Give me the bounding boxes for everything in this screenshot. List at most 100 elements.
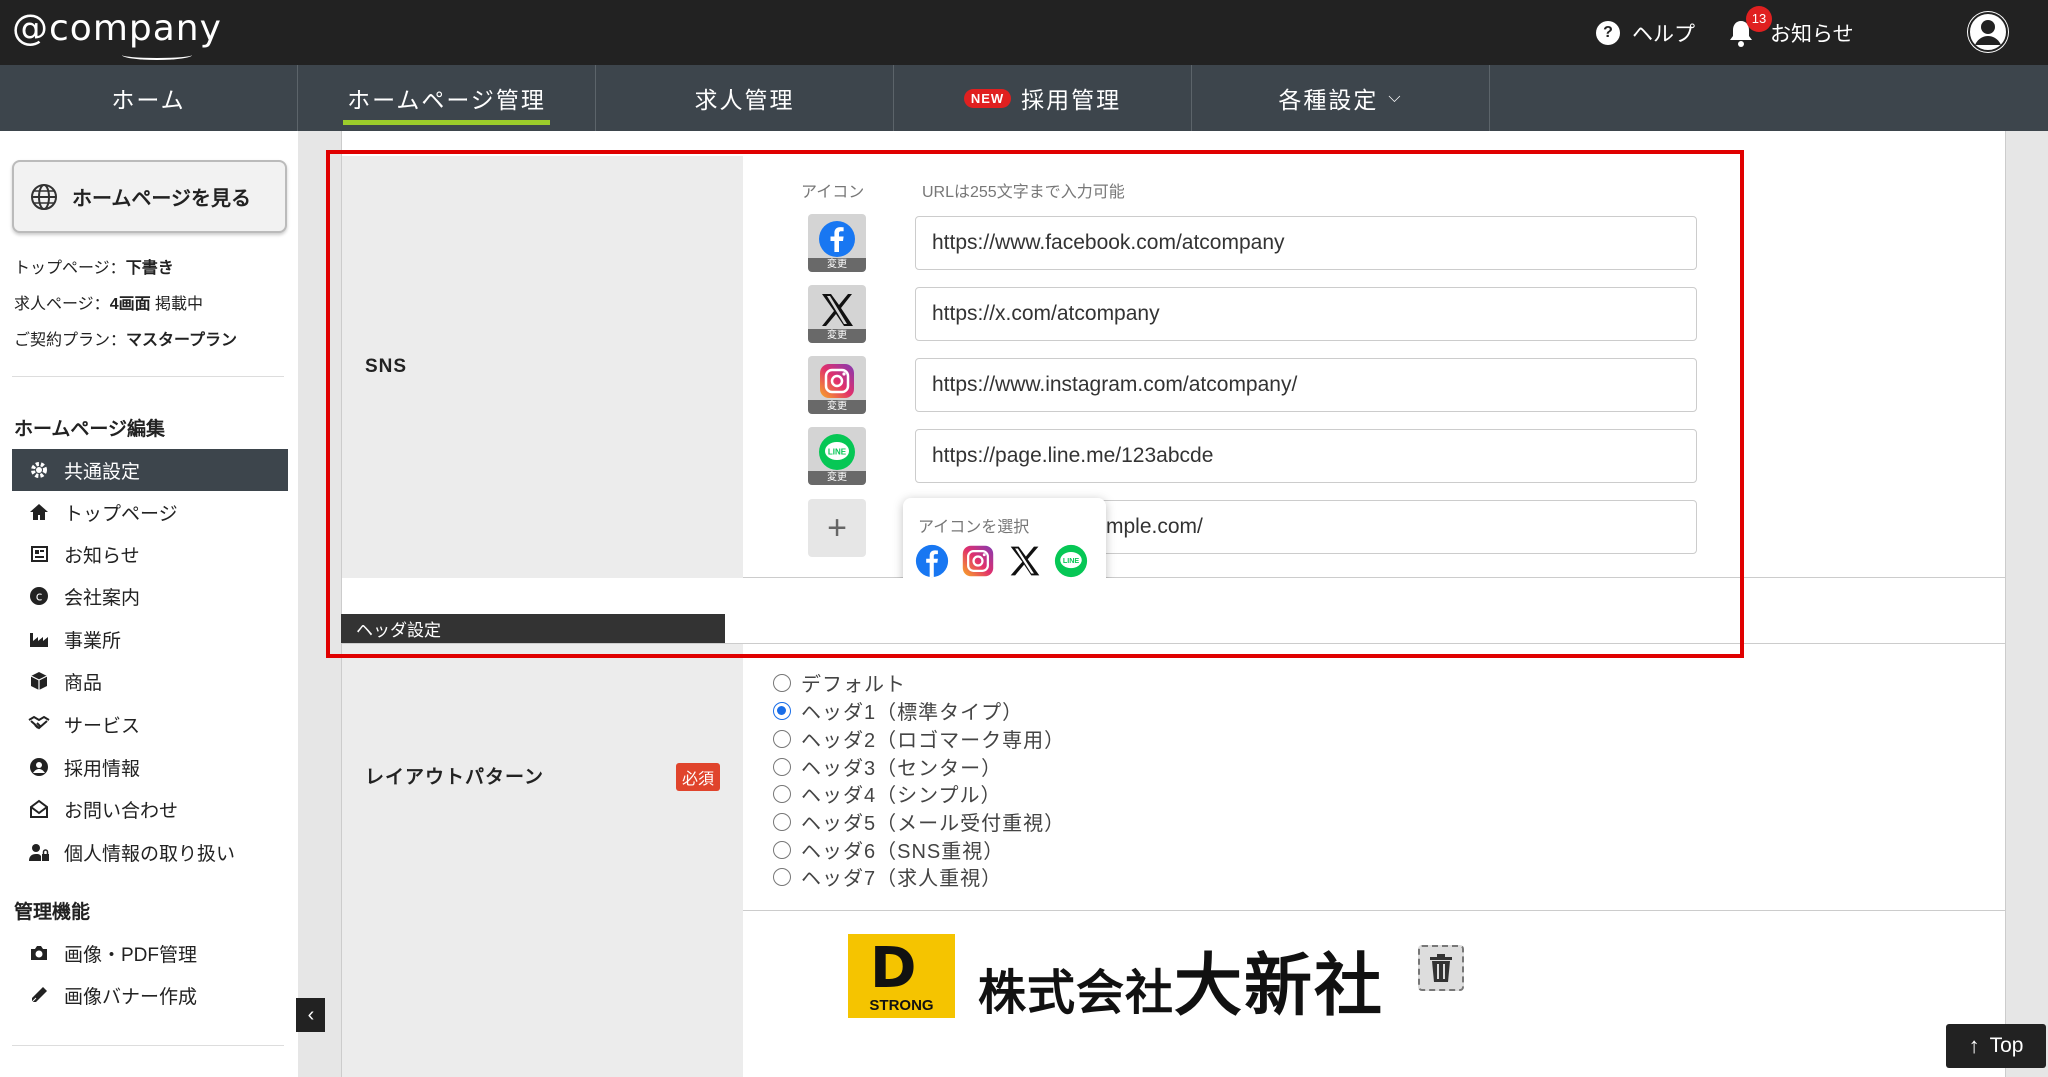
- sns-icon-instagram[interactable]: 変更: [808, 356, 866, 414]
- sns-icon-line[interactable]: LINE 変更: [808, 427, 866, 485]
- radio-button[interactable]: [773, 784, 791, 803]
- sidebar-item-label: 画像・PDF管理: [64, 944, 198, 966]
- notifications-label: お知らせ: [1770, 22, 1854, 46]
- facebook-icon[interactable]: [914, 543, 950, 579]
- sidebar-item-label: トップページ: [64, 503, 178, 525]
- sidebar-item-recruitment[interactable]: 採用情報: [12, 746, 288, 788]
- sidebar-item-products[interactable]: 商品: [12, 660, 288, 702]
- sidebar-item-label: 事業所: [64, 630, 122, 652]
- help-icon: ?: [1596, 20, 1620, 45]
- section-heading-edit: ホームページ編集: [14, 419, 166, 440]
- previous-row: [341, 131, 2006, 156]
- radio-button[interactable]: [773, 729, 791, 748]
- sns-icon-facebook[interactable]: 変更: [808, 214, 866, 272]
- tab-job-management[interactable]: 求人管理: [596, 65, 894, 131]
- radio-option-header3[interactable]: ヘッダ3（センター）: [773, 752, 1002, 781]
- delete-logo-button[interactable]: [1418, 945, 1464, 991]
- sidebar-item-services[interactable]: サービス: [12, 703, 288, 745]
- add-sns-icon-button[interactable]: +: [808, 499, 866, 557]
- main-nav: ホーム ホームページ管理 求人管理 NEW 採用管理 各種設定 ⌵: [0, 65, 2048, 131]
- sidebar-item-privacy[interactable]: 個人情報の取り扱い: [12, 831, 288, 873]
- sns-icon-x[interactable]: 変更: [808, 285, 866, 343]
- company-logo-mark: D STRONG: [848, 934, 955, 1018]
- sidebar-item-label: 画像バナー作成: [64, 986, 198, 1008]
- section-heading-admin: 管理機能: [14, 902, 91, 923]
- sns-url-input-line[interactable]: https://page.line.me/123abcde: [915, 429, 1697, 483]
- sns-title: SNS: [365, 356, 408, 377]
- pencil-icon: [28, 984, 50, 1006]
- active-tab-underline: [343, 120, 550, 125]
- arrow-up-icon: ↑: [1968, 1033, 1980, 1058]
- scroll-to-top-button[interactable]: ↑ Top: [1946, 1024, 2046, 1068]
- sidebar-item-offices[interactable]: 事業所: [12, 618, 288, 660]
- change-label: 変更: [808, 329, 866, 343]
- company-logo[interactable]: @company: [12, 8, 222, 60]
- radio-option-header2[interactable]: ヘッダ2（ロゴマーク専用）: [773, 724, 1065, 753]
- view-homepage-button[interactable]: ホームページを見る: [12, 160, 287, 233]
- radio-button[interactable]: [773, 840, 791, 859]
- sns-url-input-instagram[interactable]: https://www.instagram.com/atcompany/: [915, 358, 1697, 412]
- logo-label-cell: [341, 911, 743, 1077]
- user-avatar-icon[interactable]: [1967, 11, 2009, 53]
- radio-option-header4[interactable]: ヘッダ4（シンプル）: [773, 779, 1002, 808]
- tab-label: 各種設定: [1278, 87, 1379, 113]
- tab-settings[interactable]: 各種設定 ⌵: [1192, 65, 1490, 131]
- sidebar-item-banner[interactable]: 画像バナー作成: [12, 974, 288, 1016]
- required-badge: 必須: [676, 763, 720, 791]
- radio-label: ヘッダ3（センター）: [801, 758, 1003, 780]
- divider: [12, 376, 284, 377]
- line-icon: LINE: [819, 434, 855, 470]
- tab-label: 採用管理: [1021, 87, 1122, 113]
- change-label: 変更: [808, 471, 866, 485]
- home-icon: [28, 501, 50, 523]
- radio-option-header1[interactable]: ヘッダ1（標準タイプ）: [773, 696, 1023, 725]
- instagram-icon[interactable]: [960, 543, 996, 579]
- radio-button[interactable]: [773, 812, 791, 831]
- tab-homepage-management[interactable]: ホームページ管理: [298, 65, 596, 131]
- x-icon: [822, 294, 853, 326]
- radio-option-header5[interactable]: ヘッダ5（メール受付重視）: [773, 807, 1065, 836]
- line-icon[interactable]: LINE: [1053, 543, 1089, 579]
- sidebar-item-top-page[interactable]: トップページ: [12, 491, 288, 533]
- tab-home[interactable]: ホーム: [0, 65, 298, 131]
- radio-option-header7[interactable]: ヘッダ7（求人重視）: [773, 862, 1002, 891]
- radio-button-checked[interactable]: [773, 701, 791, 720]
- sidebar-item-label: 会社案内: [64, 587, 141, 609]
- company-name-logo: 株式会社 大新社: [978, 947, 1385, 1026]
- cube-icon: [28, 670, 50, 692]
- top-bar: @company ? ヘルプ 13 お知らせ: [0, 0, 2048, 65]
- radio-option-header6[interactable]: ヘッダ6（SNS重視）: [773, 835, 1004, 864]
- icon-column-header: アイコン: [801, 184, 865, 201]
- sidebar-item-label: 共通設定: [64, 461, 141, 483]
- sns-url-input-facebook[interactable]: https://www.facebook.com/atcompany: [915, 216, 1697, 270]
- sidebar-item-news[interactable]: お知らせ: [12, 533, 288, 575]
- radio-label: ヘッダ1（標準タイプ）: [801, 702, 1024, 724]
- sidebar-item-contact[interactable]: お問い合わせ: [12, 788, 288, 830]
- tab-label: ホーム: [111, 87, 186, 113]
- radio-label: デフォルト: [801, 674, 906, 696]
- sidebar-item-image-pdf[interactable]: 画像・PDF管理: [12, 932, 288, 974]
- notifications-link[interactable]: 13 お知らせ: [1726, 0, 1854, 65]
- x-icon[interactable]: [1007, 543, 1043, 579]
- tab-label: ホームページ管理: [347, 87, 546, 113]
- radio-option-default[interactable]: デフォルト: [773, 668, 906, 697]
- help-link[interactable]: ? ヘルプ: [1596, 0, 1695, 65]
- radio-label: ヘッダ2（ロゴマーク専用）: [801, 730, 1066, 752]
- chevron-left-icon: ‹: [307, 1003, 315, 1026]
- radio-button[interactable]: [773, 757, 791, 776]
- tab-recruitment-management[interactable]: NEW 採用管理: [894, 65, 1192, 131]
- plus-icon: +: [827, 508, 847, 547]
- top-page-status: トップページ：下書き: [14, 260, 174, 277]
- radio-button[interactable]: [773, 867, 791, 886]
- change-label: 変更: [808, 400, 866, 414]
- tab-label: 求人管理: [694, 87, 795, 113]
- sidebar-item-company[interactable]: c 会社案内: [12, 575, 288, 617]
- radio-button[interactable]: [773, 673, 791, 692]
- trash-icon: [1430, 954, 1452, 982]
- gear-icon: [28, 459, 50, 481]
- sns-url-input-x[interactable]: https://x.com/atcompany: [915, 287, 1697, 341]
- logo-mark-text: STRONG: [869, 997, 934, 1014]
- sidebar-item-common-settings[interactable]: 共通設定: [12, 449, 288, 491]
- url-column-header: URLは255文字まで入力可能: [922, 184, 1125, 201]
- collapse-sidebar-button[interactable]: ‹: [296, 998, 326, 1032]
